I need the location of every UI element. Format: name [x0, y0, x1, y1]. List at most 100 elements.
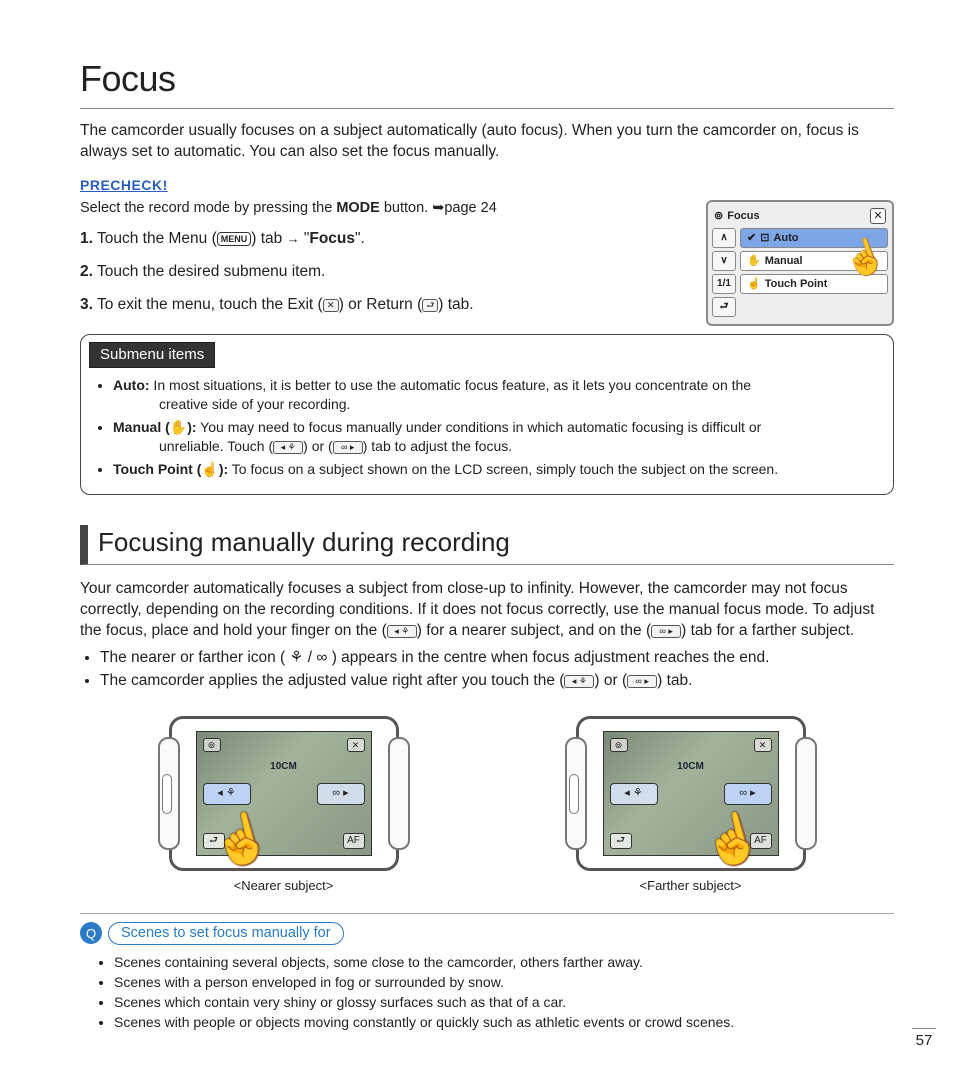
near-focus-icon: ◂ ⚘	[387, 625, 417, 638]
panel-down-button[interactable]: ∨	[712, 251, 736, 271]
submenu-manual-b-a: unreliable. Touch (	[159, 438, 273, 454]
submenu-touch-icon: ☝	[201, 461, 218, 477]
lcd-screen: ⊚ ✕ 10CM ◂ ⚘ ∞ ▸ ⮐ AF	[196, 731, 372, 856]
panel-item-auto[interactable]: ✔ ⊡ Auto	[740, 228, 888, 248]
cam-physical-button	[569, 774, 579, 814]
lcd-mode-icon: ⊚	[610, 738, 628, 752]
magnifier-icon: Q	[80, 922, 102, 944]
submenu-manual-a: You may need to focus manually under con…	[197, 419, 762, 435]
panel-title: Focus	[727, 209, 759, 224]
submenu-manual-b-c: ) tab to adjust the focus.	[363, 438, 512, 454]
mode-word: MODE	[336, 200, 380, 216]
scenes-heading: Scenes to set focus manually for	[108, 922, 344, 946]
panel-up-button[interactable]: ∧	[712, 228, 736, 248]
submenu-auto-label: Auto:	[113, 377, 150, 393]
panel-return-button[interactable]: ⮐	[712, 297, 736, 317]
lcd-return-button[interactable]: ⮐	[610, 833, 632, 849]
focus-menu-panel: ⊚ Focus ✕ ∧ ✔ ⊡ Auto ∨ ✋ Manual 1/1 ☝ To…	[706, 200, 894, 326]
touchpoint-icon: ☝	[747, 277, 761, 292]
lcd-distance: 10CM	[677, 760, 704, 774]
scene-item: Scenes with people or objects moving con…	[114, 1013, 894, 1032]
cam-nearer-caption: <Nearer subject>	[169, 877, 399, 895]
submenu-touch-label: Touch Point (	[113, 461, 201, 477]
nearer-farther-icons: ⚘ / ∞	[290, 649, 328, 666]
s2-para-b: ) for a nearer subject, and on the (	[417, 622, 651, 639]
panel-close-button[interactable]: ✕	[870, 208, 886, 224]
cam-farther-caption: <Farther subject>	[576, 877, 806, 895]
step-3-b: ) or Return (	[339, 296, 423, 313]
panel-focus-icon: ⊚	[714, 209, 723, 224]
submenu-manual-b-b: ) or (	[303, 438, 333, 454]
panel-item-manual-label: Manual	[765, 254, 803, 269]
panel-item-auto-label: Auto	[773, 231, 798, 246]
lcd-far-button[interactable]: ∞ ▸	[317, 783, 365, 805]
step-3-a: To exit the menu, touch the Exit (	[97, 296, 323, 313]
scene-item: Scenes which contain very shiny or gloss…	[114, 993, 894, 1012]
submenu-manual-label: Manual (	[113, 419, 170, 435]
section2-paragraph: Your camcorder automatically focuses a s…	[80, 579, 894, 642]
precheck-text-a: Select the record mode by pressing the	[80, 200, 336, 216]
submenu-manual-label2: ):	[187, 419, 196, 435]
step-2-num: 2.	[80, 263, 93, 280]
submenu-touch-label2: ):	[219, 461, 228, 477]
precheck-label: PRECHECK!	[80, 177, 168, 193]
submenu-auto: Auto: In most situations, it is better t…	[113, 376, 879, 414]
submenu-auto-b: creative side of your recording.	[159, 395, 879, 414]
scenes-box: Q Scenes to set focus manually for Scene…	[80, 913, 894, 1032]
submenu-manual-icon: ✋	[170, 419, 187, 435]
panel-item-touchpoint[interactable]: ☝ Touch Point	[740, 274, 888, 294]
submenu-heading: Submenu items	[89, 342, 215, 368]
page-number: 57	[912, 1028, 936, 1051]
s2-b2-a: The camcorder applies the adjusted value…	[100, 672, 564, 689]
arrow-icon: →	[287, 231, 300, 246]
near-focus-icon: ◂ ⚘	[273, 441, 303, 454]
submenu-manual: Manual (✋): You may need to focus manual…	[113, 418, 879, 456]
camcorder-diagrams: ⊚ ✕ 10CM ◂ ⚘ ∞ ▸ ⮐ AF ☝ <Nearer subject>	[80, 716, 894, 895]
menu-icon: MENU	[217, 232, 252, 246]
step-1-d: ".	[355, 230, 365, 247]
panel-page-indicator: 1/1	[712, 274, 736, 294]
lcd-far-button[interactable]: ∞ ▸	[724, 783, 772, 805]
lcd-near-button[interactable]: ◂ ⚘	[203, 783, 251, 805]
lcd-close-button[interactable]: ✕	[754, 738, 772, 752]
panel-item-manual[interactable]: ✋ Manual	[740, 251, 888, 271]
lcd-close-button[interactable]: ✕	[347, 738, 365, 752]
s2-b2-c: ) tab.	[657, 672, 692, 689]
lcd-near-button[interactable]: ◂ ⚘	[610, 783, 658, 805]
cam-farther: ⊚ ✕ 10CM ◂ ⚘ ∞ ▸ ⮐ AF ☝ <Farther subject…	[576, 716, 806, 895]
submenu-auto-a: In most situations, it is better to use …	[150, 377, 752, 393]
step-3-c: ) tab.	[438, 296, 473, 313]
lcd-af-button[interactable]: AF	[750, 833, 772, 849]
s2-b2-b: ) or (	[594, 672, 627, 689]
lcd-af-button[interactable]: AF	[343, 833, 365, 849]
far-focus-icon: ∞ ▸	[651, 625, 681, 638]
lcd-return-button[interactable]: ⮐	[203, 833, 225, 849]
lcd-screen: ⊚ ✕ 10CM ◂ ⚘ ∞ ▸ ⮐ AF	[603, 731, 779, 856]
lcd-distance: 10CM	[270, 760, 297, 774]
step-3-num: 3.	[80, 296, 93, 313]
submenu-touch: Touch Point (☝): To focus on a subject s…	[113, 460, 879, 479]
auto-icon: ⊡	[760, 231, 769, 246]
step-2-text: Touch the desired submenu item.	[97, 263, 325, 280]
s2-bullet-1: The nearer or farther icon ( ⚘ / ∞ ) app…	[100, 648, 894, 669]
manual-icon: ✋	[747, 254, 761, 269]
cam-physical-button	[162, 774, 172, 814]
exit-icon: ✕	[323, 299, 339, 312]
scene-item: Scenes with a person enveloped in fog or…	[114, 973, 894, 992]
scenes-list: Scenes containing several objects, some …	[114, 953, 894, 1032]
scene-item: Scenes containing several objects, some …	[114, 953, 894, 972]
s2-bullet-2: The camcorder applies the adjusted value…	[100, 671, 894, 692]
far-focus-icon: ∞ ▸	[333, 441, 363, 454]
step-1-c: "	[300, 230, 310, 247]
precheck-text-b: button. ➥page 24	[380, 200, 497, 216]
page-title: Focus	[80, 55, 894, 109]
s2-b1-b: ) appears in the centre when focus adjus…	[327, 649, 769, 666]
step-1-a: Touch the Menu (	[97, 230, 217, 247]
submenu-items-box: Submenu items Auto: In most situations, …	[80, 334, 894, 496]
check-icon: ✔	[747, 231, 756, 246]
lcd-mode-icon: ⊚	[203, 738, 221, 752]
section2-bullets: The nearer or farther icon ( ⚘ / ∞ ) app…	[100, 648, 894, 692]
section2-heading: Focusing manually during recording	[80, 525, 894, 565]
return-icon: ⮐	[422, 299, 438, 312]
submenu-touch-text: To focus on a subject shown on the LCD s…	[228, 461, 778, 477]
